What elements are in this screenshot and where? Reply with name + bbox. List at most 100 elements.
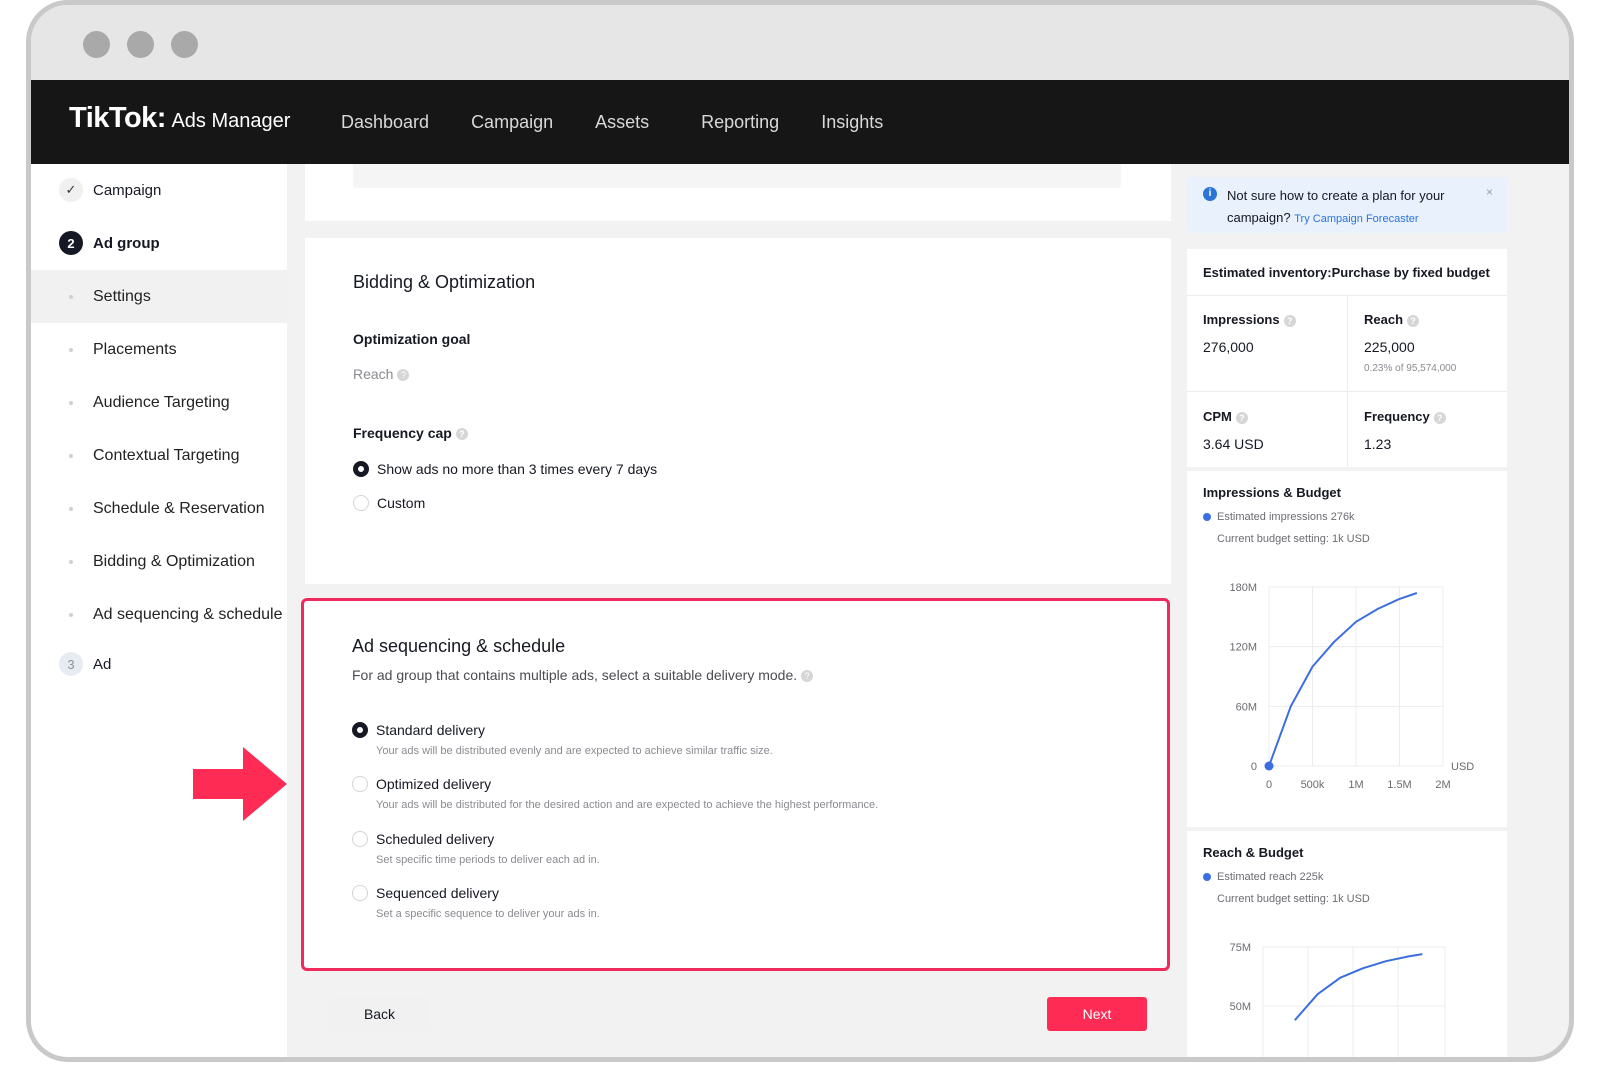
x-tick-label: 1.5M — [1387, 779, 1411, 791]
radio-label: Scheduled delivery — [376, 831, 495, 847]
delivery-option-standard[interactable]: Standard delivery — [352, 722, 485, 738]
optimization-goal-value: Reach? — [353, 366, 410, 382]
help-icon[interactable]: ? — [1433, 411, 1446, 424]
action-bar: Back Next — [305, 982, 1171, 1057]
nav-assets[interactable]: Assets — [595, 112, 649, 133]
legend-label: Estimated reach 225k — [1217, 871, 1324, 883]
current-budget-point — [1264, 761, 1274, 771]
window-minimize-dot[interactable] — [127, 31, 154, 58]
sidebar-item-label: Audience Targeting — [93, 393, 230, 411]
legend-dot-icon — [1203, 873, 1211, 882]
legend-label: Estimated impressions 276k — [1217, 511, 1355, 523]
nav-menu: Dashboard Campaign Assets Reporting Insi… — [341, 80, 925, 164]
option-description: Set specific time periods to deliver eac… — [376, 854, 600, 866]
help-icon[interactable]: ? — [1407, 314, 1420, 327]
radio-label: Show ads no more than 3 times every 7 da… — [377, 461, 658, 477]
close-icon[interactable]: × — [1486, 185, 1493, 199]
radio-unchecked-icon[interactable] — [352, 885, 368, 901]
top-navigation: TikTok: Ads Manager Dashboard Campaign A… — [31, 80, 1569, 164]
next-button[interactable]: Next — [1047, 997, 1147, 1031]
back-button[interactable]: Back — [329, 997, 430, 1031]
help-icon[interactable]: ? — [1283, 314, 1296, 327]
reach-budget-chart: 50M 75M — [1230, 942, 1446, 1057]
bullet-icon — [69, 453, 73, 458]
tiktok-ads-manager-logo[interactable]: TikTok: Ads Manager — [69, 102, 290, 135]
info-text: Not sure how to create a plan for your c… — [1227, 185, 1487, 230]
stat-label-text: CPM — [1203, 409, 1232, 424]
previous-section-card — [305, 164, 1171, 221]
impressions-label: Impressions? — [1203, 312, 1296, 327]
budget-note: Current budget setting: 1k USD — [1217, 893, 1370, 905]
step-number-badge: 3 — [59, 652, 83, 676]
delivery-option-scheduled[interactable]: Scheduled delivery — [352, 831, 494, 847]
reach-value: 225,000 — [1364, 339, 1415, 355]
sequencing-description: For ad group that contains multiple ads,… — [352, 667, 814, 683]
browser-window: TikTok: Ads Manager Dashboard Campaign A… — [26, 0, 1574, 1062]
sidebar-item-ad-sequencing[interactable]: Ad sequencing & schedule — [31, 588, 287, 641]
x-tick-label: 500k — [1301, 779, 1325, 791]
step-ad-group-label: Ad group — [93, 234, 160, 252]
sidebar-item-placements[interactable]: Placements — [31, 323, 287, 376]
steps-sidebar: ✓ Campaign 2 Ad group Settings Placement… — [31, 164, 287, 1057]
window-close-dot[interactable] — [83, 31, 110, 58]
section-title: Ad sequencing & schedule — [352, 636, 566, 656]
campaign-forecaster-link[interactable]: Try Campaign Forecaster — [1294, 213, 1418, 225]
sidebar-item-label: Placements — [93, 340, 177, 358]
radio-unchecked-icon[interactable] — [352, 776, 368, 792]
radio-unchecked-icon[interactable] — [353, 495, 369, 511]
bullet-icon — [69, 612, 73, 617]
help-icon[interactable]: ? — [397, 369, 410, 382]
radio-checked-icon[interactable] — [352, 722, 368, 738]
impressions-series-line — [1268, 592, 1418, 767]
sidebar-item-audience-targeting[interactable]: Audience Targeting — [31, 376, 287, 429]
reach-budget-title: Reach & Budget — [1203, 845, 1304, 860]
divider — [1187, 391, 1507, 392]
checkmark-icon: ✓ — [59, 178, 83, 202]
nav-dashboard[interactable]: Dashboard — [341, 112, 429, 133]
nav-insights[interactable]: Insights — [821, 112, 883, 133]
impressions-value: 276,000 — [1203, 339, 1254, 355]
option-description: Your ads will be distributed for the des… — [376, 799, 879, 811]
radio-unchecked-icon[interactable] — [352, 831, 368, 847]
radio-checked-icon[interactable] — [353, 461, 369, 477]
reach-legend: Estimated reach 225k — [1203, 871, 1323, 883]
sidebar-item-contextual-targeting[interactable]: Contextual Targeting — [31, 429, 287, 482]
forecaster-info-banner: i Not sure how to create a plan for your… — [1187, 177, 1507, 233]
help-icon[interactable]: ? — [1235, 411, 1248, 424]
delivery-option-sequenced[interactable]: Sequenced delivery — [352, 885, 499, 901]
y-tick-label: 60M — [1236, 701, 1257, 713]
freq-label-text: Frequency cap — [353, 425, 452, 441]
sidebar-item-label: Bidding & Optimization — [93, 552, 255, 570]
inventory-title: Estimated inventory:Purchase by fixed bu… — [1203, 265, 1490, 280]
cpm-label: CPM? — [1203, 409, 1248, 424]
nav-reporting[interactable]: Reporting — [701, 112, 779, 133]
brand-sub: Ads Manager — [171, 110, 291, 132]
step-campaign[interactable]: ✓ Campaign — [31, 164, 287, 216]
frequency-option-custom[interactable]: Custom — [353, 495, 425, 511]
x-tick-label: 1M — [1348, 779, 1363, 791]
impressions-legend: Estimated impressions 276k — [1203, 511, 1355, 523]
sidebar-item-settings[interactable]: Settings — [31, 270, 287, 323]
stat-label-text: Impressions — [1203, 312, 1280, 327]
sidebar-item-bidding-optimization[interactable]: Bidding & Optimization — [31, 535, 287, 588]
x-tick-label: 2M — [1435, 779, 1450, 791]
nav-campaign[interactable]: Campaign — [471, 112, 553, 133]
frequency-option-preset[interactable]: Show ads no more than 3 times every 7 da… — [353, 461, 657, 477]
collapsed-field — [353, 164, 1121, 188]
reach-budget-card: Reach & Budget Estimated reach 225k Curr… — [1187, 831, 1507, 1057]
bullet-icon — [69, 400, 73, 405]
sidebar-item-schedule-reservation[interactable]: Schedule & Reservation — [31, 482, 287, 535]
step-ad[interactable]: 3 Ad — [31, 638, 287, 690]
impressions-budget-chart: 0 500k 1M 1.5M 2M 0 60M 120M 180M USD — [1229, 582, 1474, 791]
window-maximize-dot[interactable] — [171, 31, 198, 58]
help-icon[interactable]: ? — [455, 428, 468, 441]
step-ad-group[interactable]: 2 Ad group — [31, 217, 287, 269]
delivery-option-optimized[interactable]: Optimized delivery — [352, 776, 491, 792]
option-description: Your ads will be distributed evenly and … — [376, 745, 773, 757]
x-tick-label: 0 — [1266, 779, 1272, 791]
step-ad-label: Ad — [93, 655, 112, 673]
help-icon[interactable]: ? — [801, 670, 814, 683]
radio-label: Custom — [377, 495, 426, 511]
frequency-label: Frequency? — [1364, 409, 1446, 424]
y-tick-label: 120M — [1229, 642, 1257, 654]
